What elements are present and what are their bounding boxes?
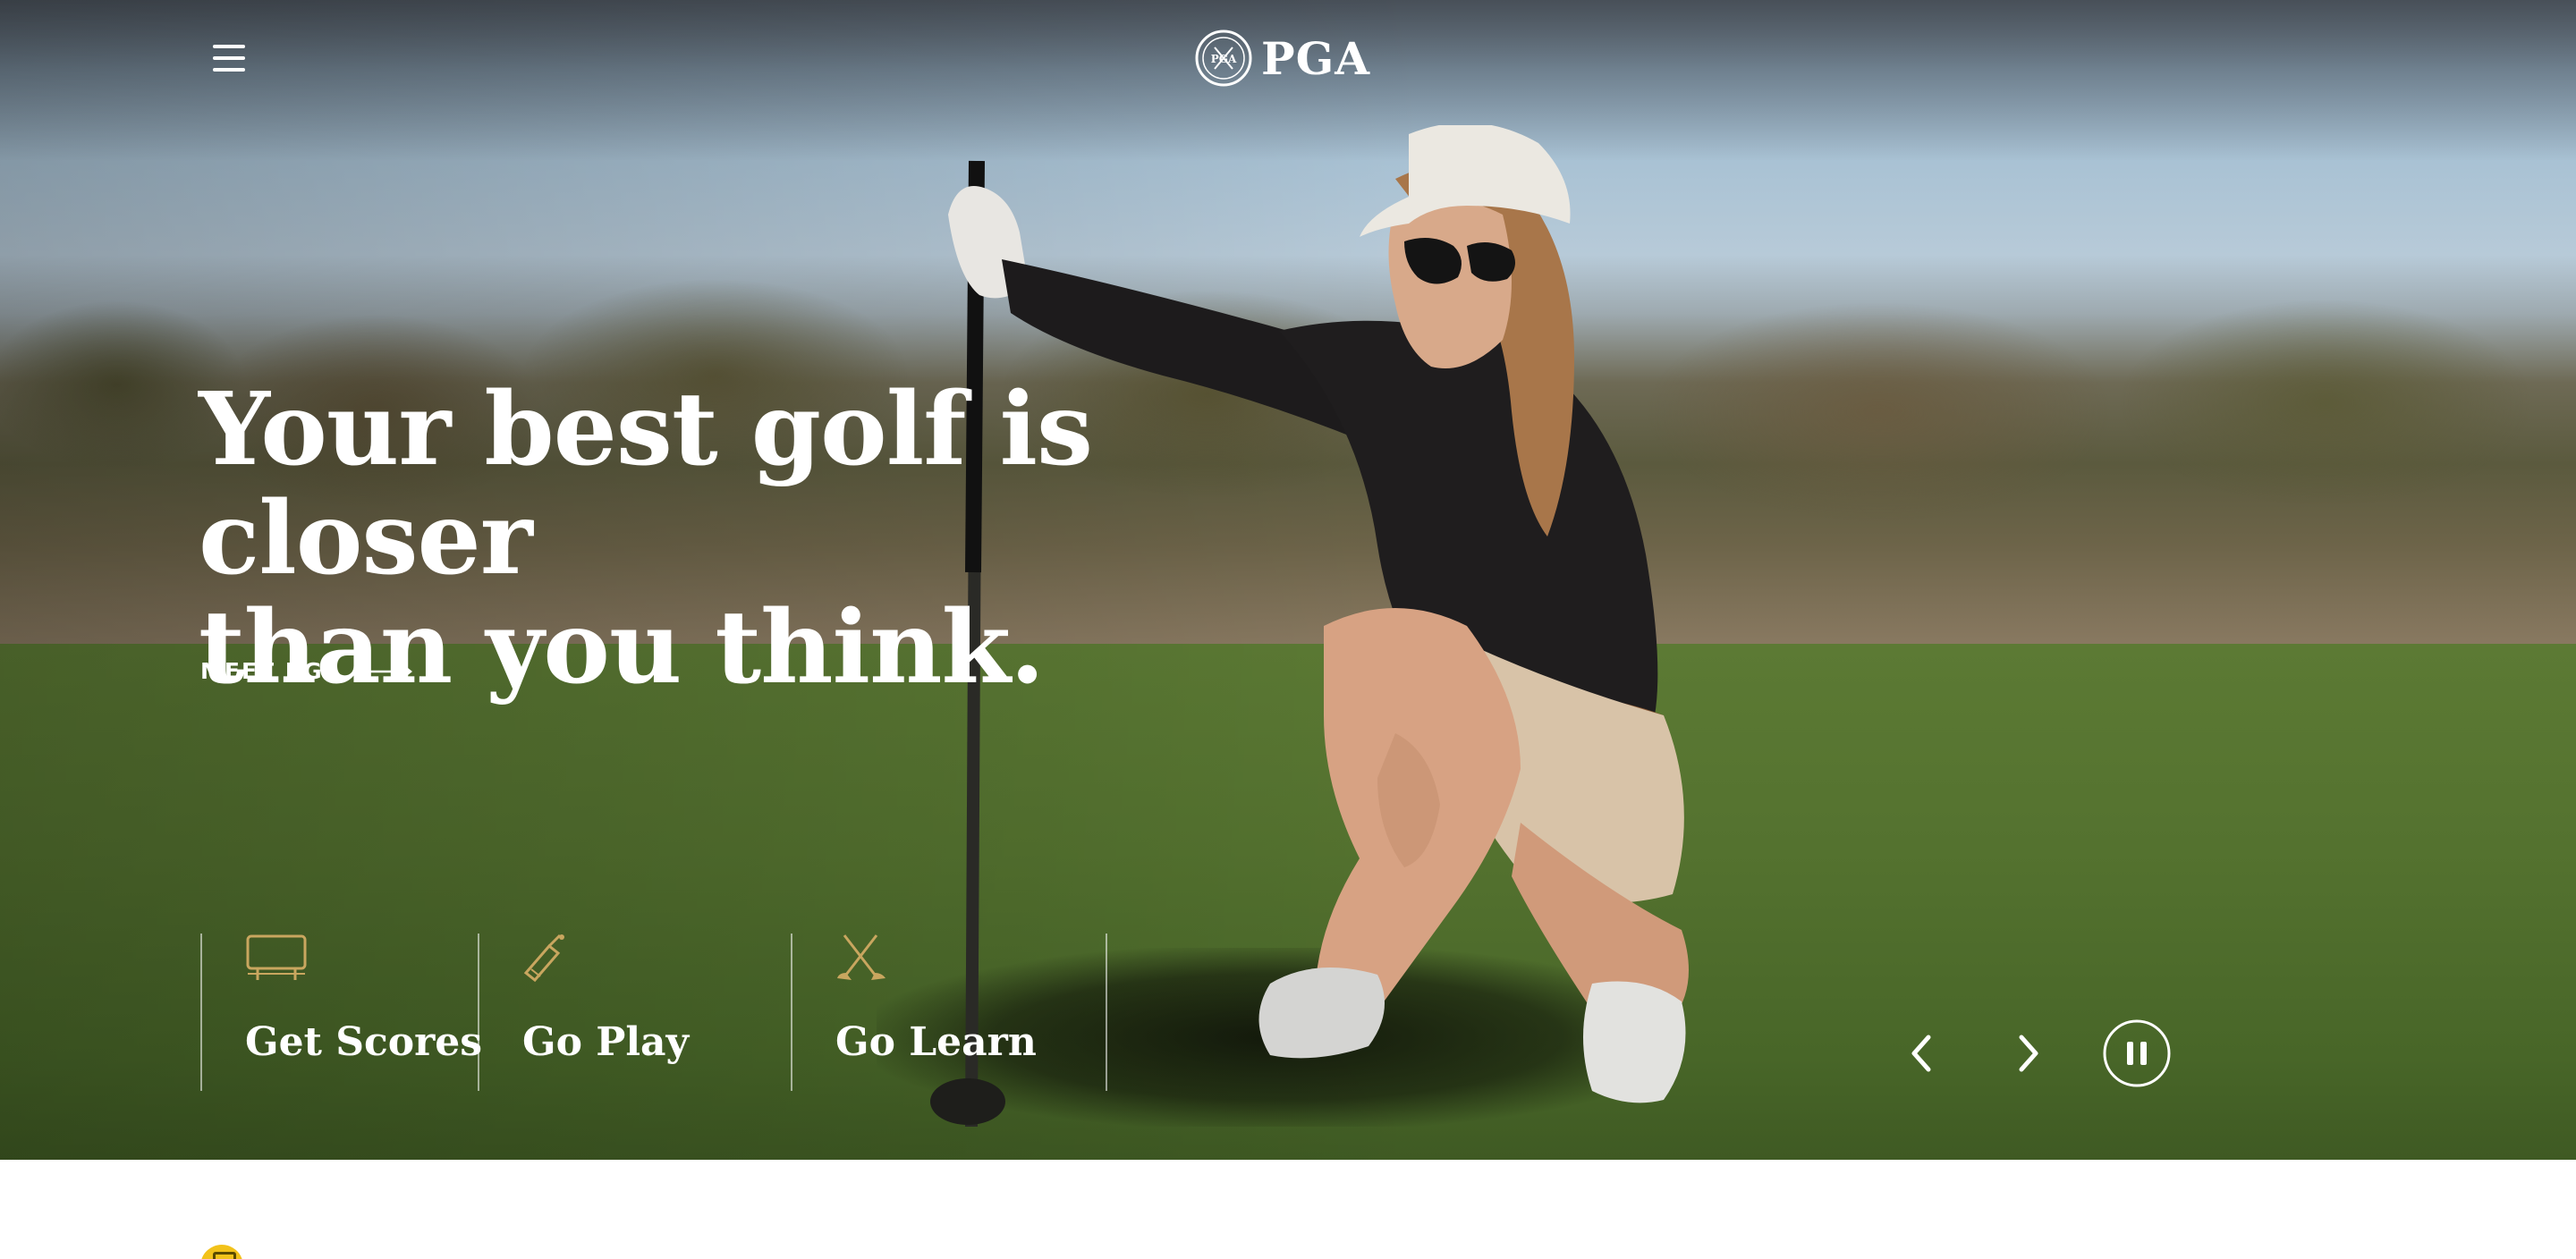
hero-banner: PGA PGA Your best golf is closer than yo… xyxy=(0,0,2576,1160)
go-play-label: Go Play xyxy=(522,1019,690,1065)
golf-bag-icon xyxy=(523,934,564,983)
headline-line-2: than you think. xyxy=(199,589,1045,706)
meet-pga-label: MEET PGA xyxy=(200,658,343,684)
menu-bar-top xyxy=(213,45,245,48)
chevron-left-icon[interactable] xyxy=(1903,1032,1939,1075)
hero-headline: Your best golf is closer than you think. xyxy=(199,376,1451,703)
feature-divider-end xyxy=(1106,934,1107,1091)
hamburger-menu-icon[interactable] xyxy=(208,41,250,75)
pga-logo[interactable]: PGA PGA xyxy=(1195,27,1370,89)
pause-icon[interactable] xyxy=(2102,1018,2172,1088)
go-learn-label: Go Learn xyxy=(835,1019,1037,1065)
seal-text: PGA xyxy=(1211,53,1237,65)
get-scores-label: Get Scores xyxy=(245,1019,483,1065)
headline-line-1: Your best golf is closer xyxy=(199,371,1093,597)
feature-links: Get Scores Go Play Go Learn xyxy=(200,934,1107,1091)
menu-bar-middle xyxy=(213,56,245,60)
meet-pga-link[interactable]: MEET PGA xyxy=(200,658,412,684)
chevron-right-icon[interactable] xyxy=(2011,1032,2046,1075)
menu-bar-bottom xyxy=(213,68,245,72)
logo-text: PGA xyxy=(1261,31,1371,85)
scoreboard-icon xyxy=(246,934,307,980)
go-play-link[interactable]: Go Play xyxy=(478,934,791,1091)
arrow-right-icon xyxy=(365,663,412,680)
pga-seal-icon: PGA xyxy=(1195,30,1252,87)
crossed-clubs-icon xyxy=(837,934,886,980)
get-scores-link[interactable]: Get Scores xyxy=(200,934,482,1091)
section-badge-icon xyxy=(200,1245,243,1259)
content-section xyxy=(0,1160,2576,1259)
go-learn-link[interactable]: Go Learn xyxy=(791,934,1106,1091)
